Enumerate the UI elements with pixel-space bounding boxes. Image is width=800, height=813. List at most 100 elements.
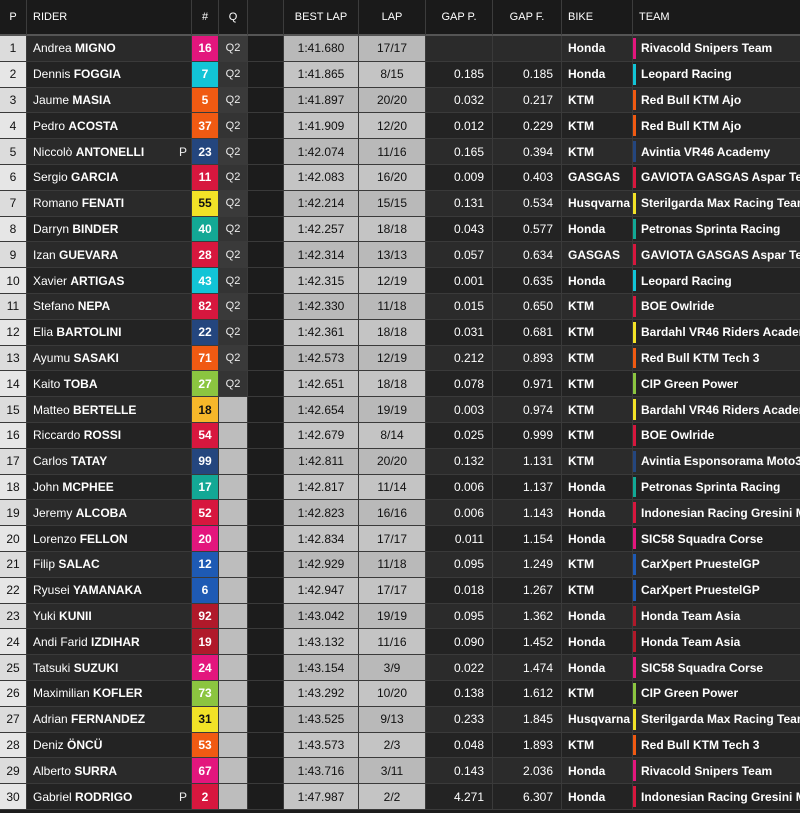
gap-first: 0.971	[493, 371, 562, 398]
rider-last-name: GUEVARA	[59, 247, 119, 262]
row-rider[interactable]: Darryn BINDER	[27, 216, 192, 243]
row-position: 1	[0, 36, 27, 62]
qualifying-group: Q2	[219, 190, 248, 217]
header-team[interactable]: TEAM	[633, 0, 800, 36]
row-rider[interactable]: Andrea MIGNO	[27, 36, 192, 62]
row-spacer	[248, 474, 284, 501]
row-rider[interactable]: Maximilian KOFLER	[27, 680, 192, 707]
team-color-bar	[633, 63, 636, 85]
team-name: CarXpert PruestelGP	[633, 551, 800, 578]
row-rider[interactable]: Kaito TOBA	[27, 371, 192, 398]
team-name: SIC58 Squadra Corse	[633, 655, 800, 681]
row-position: 20	[0, 526, 27, 552]
team-name: BOE Owlride	[633, 422, 800, 449]
gap-first: 0.394	[493, 139, 562, 165]
row-rider[interactable]: Ryusei YAMANAKA	[27, 577, 192, 604]
rider-first-name: Stefano	[33, 299, 75, 314]
rider-last-name: KOFLER	[93, 686, 143, 701]
row-rider[interactable]: Elia BARTOLINI	[27, 319, 192, 346]
header-gap-p[interactable]: GAP P.	[426, 0, 493, 36]
rider-number: 53	[192, 732, 219, 759]
row-spacer	[248, 371, 284, 398]
row-rider[interactable]: Lorenzo FELLON	[27, 526, 192, 552]
gap-first: 1.893	[493, 732, 562, 759]
row-rider[interactable]: Matteo BERTELLE	[27, 397, 192, 423]
row-position: 15	[0, 397, 27, 423]
team-label: Petronas Sprinta Racing	[641, 479, 781, 494]
rider-number: 27	[192, 371, 219, 398]
best-lap: 1:42.929	[284, 551, 359, 578]
row-rider[interactable]: Riccardo ROSSI	[27, 422, 192, 449]
rider-name: Stefano NEPA	[33, 299, 110, 313]
rider-name: Dennis FOGGIA	[33, 67, 121, 81]
team-color-bar	[633, 734, 636, 756]
header-q[interactable]: Q	[219, 0, 248, 36]
row-spacer	[248, 190, 284, 217]
best-lap: 1:41.865	[284, 61, 359, 88]
row-rider[interactable]: Dennis FOGGIA	[27, 61, 192, 88]
rider-first-name: Gabriel	[33, 789, 72, 804]
team-color-bar	[633, 528, 636, 549]
header-lap[interactable]: LAP	[359, 0, 426, 36]
row-rider[interactable]: Carlos TATAY	[27, 448, 192, 475]
team-color-bar	[633, 424, 636, 446]
row-spacer	[248, 500, 284, 527]
bike-brand: Honda	[562, 61, 633, 88]
row-rider[interactable]: Sergio GARCIA	[27, 164, 192, 191]
rider-number: 7	[192, 61, 219, 88]
team-label: BOE Owlride	[641, 428, 715, 443]
rider-number: 6	[192, 577, 219, 604]
header-num[interactable]: #	[192, 0, 219, 36]
header-rider[interactable]: RIDER	[27, 0, 192, 36]
rider-number: 24	[192, 655, 219, 681]
row-rider[interactable]: Yuki KUNII	[27, 603, 192, 630]
row-rider[interactable]: Ayumu SASAKI	[27, 345, 192, 372]
row-rider[interactable]: Xavier ARTIGAS	[27, 268, 192, 294]
bike-brand: Honda	[562, 268, 633, 294]
row-rider[interactable]: Andi Farid IZDIHAR	[27, 629, 192, 656]
rider-name: Izan GUEVARA	[33, 248, 118, 262]
row-rider[interactable]: Stefano NEPA	[27, 293, 192, 320]
header-best-lap[interactable]: BEST LAP	[284, 0, 359, 36]
header-gap-f[interactable]: GAP F.	[493, 0, 562, 36]
rider-first-name: Yuki	[33, 608, 56, 623]
best-lap: 1:47.987	[284, 784, 359, 810]
rider-number: 92	[192, 603, 219, 630]
row-rider[interactable]: Tatsuki SUZUKI	[27, 655, 192, 681]
row-rider[interactable]: Izan GUEVARA	[27, 242, 192, 269]
header-bike[interactable]: BIKE	[562, 0, 633, 36]
lap-count: 11/18	[359, 551, 426, 578]
row-position: 23	[0, 603, 27, 630]
row-rider[interactable]: Gabriel RODRIGO P	[27, 784, 192, 810]
qualifying-group: Q2	[219, 113, 248, 140]
row-rider[interactable]: Jaume MASIA	[27, 87, 192, 114]
rider-number: 22	[192, 319, 219, 346]
team-label: Avintia VR46 Academy	[641, 144, 771, 159]
rider-name: Carlos TATAY	[33, 454, 107, 468]
row-rider[interactable]: Jeremy ALCOBA	[27, 500, 192, 527]
row-rider[interactable]: Pedro ACOSTA	[27, 113, 192, 140]
qualifying-group: Q2	[219, 371, 248, 398]
gap-first: 1.452	[493, 629, 562, 656]
rider-first-name: Deniz	[33, 737, 64, 752]
row-rider[interactable]: Adrian FERNANDEZ	[27, 706, 192, 733]
row-rider[interactable]: Filip SALAC	[27, 551, 192, 578]
row-spacer	[248, 551, 284, 578]
team-label: Leopard Racing	[641, 67, 732, 82]
bike-brand: KTM	[562, 345, 633, 372]
header-spacer	[248, 0, 284, 36]
row-rider[interactable]: Alberto SURRA	[27, 758, 192, 785]
header-pos[interactable]: P	[0, 0, 27, 36]
best-lap: 1:42.083	[284, 164, 359, 191]
row-position: 2	[0, 61, 27, 88]
row-rider[interactable]: Romano FENATI	[27, 190, 192, 217]
rider-last-name: GARCIA	[71, 170, 119, 185]
rider-name: Darryn BINDER	[33, 222, 118, 236]
row-rider[interactable]: John MCPHEE	[27, 474, 192, 501]
row-rider[interactable]: Deniz ÖNCÜ	[27, 732, 192, 759]
row-rider[interactable]: Niccolò ANTONELLI P	[27, 139, 192, 165]
row-spacer	[248, 139, 284, 165]
bike-brand: Husqvarna	[562, 706, 633, 733]
gap-previous: 0.032	[426, 87, 493, 114]
row-position: 12	[0, 319, 27, 346]
